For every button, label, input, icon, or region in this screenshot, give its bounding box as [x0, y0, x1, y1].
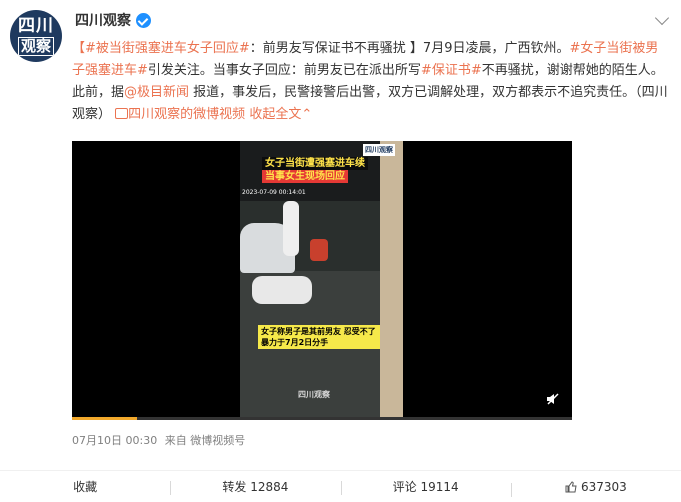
repost-button[interactable]: 转发 12884	[170, 478, 340, 495]
video-timestamp: 2023-07-09 00:14:01	[242, 189, 306, 196]
mute-icon[interactable]	[546, 392, 560, 406]
video-caption-line1: 女子当街遭强塞进车续	[262, 157, 368, 170]
verified-icon	[136, 12, 151, 28]
post-meta: 07月10日 00:30 来自 微博视频号	[72, 432, 249, 448]
mention-link[interactable]: @极目新闻	[124, 85, 189, 100]
video-caption-line2: 当事女生现场回应	[262, 170, 348, 183]
favorite-button[interactable]: 收藏	[0, 478, 170, 495]
video-subtitle: 女子称男子是其前男友 忍受不了暴力于7月2日分手	[258, 325, 380, 349]
post-text: 引发关注。当事女子回应：前男友已在派出所写	[147, 63, 421, 78]
action-bar: 收藏 转发 12884 评论 19114 637303	[0, 470, 681, 502]
chevron-up-icon[interactable]: ⌃	[301, 107, 312, 122]
channel-logo: 四川观察	[363, 144, 395, 156]
post-source: 来自 微博视频号	[164, 434, 246, 447]
post-body: 【#被当街强塞进车女子回应#：前男友写保证书不再骚扰 】7月9日凌晨，广西钦州。…	[72, 38, 670, 126]
comment-button[interactable]: 评论 19114	[340, 478, 511, 495]
comment-label: 评论 19114	[392, 480, 459, 494]
scene-person	[283, 201, 299, 256]
like-button[interactable]: 637303	[510, 479, 681, 497]
scene-scooter	[252, 276, 312, 304]
repost-label: 转发 12884	[222, 480, 289, 494]
video-source-link[interactable]: 四川观察的微博视频	[115, 107, 245, 122]
video-progress-fill	[72, 417, 137, 420]
video-watermark: 四川观察	[298, 390, 330, 399]
favorite-label: 收藏	[73, 480, 98, 494]
scene-wall	[380, 141, 403, 420]
scene-scooter-red	[310, 239, 328, 261]
video-progress-bar[interactable]	[72, 417, 572, 420]
video-icon	[115, 108, 129, 119]
thumbs-up-icon	[565, 480, 577, 492]
video-frame: 四川观察 女子当街遭强塞进车续 当事女生现场回应 2023-07-09 00:1…	[240, 141, 403, 420]
account-name[interactable]: 四川观察	[75, 10, 131, 30]
avatar-text-top: 四川	[18, 15, 54, 36]
post-date[interactable]: 07月10日 00:30	[72, 434, 157, 447]
chevron-down-icon[interactable]	[654, 10, 670, 26]
collapse-link[interactable]: 收起全文	[249, 107, 301, 122]
post-title-text: ：前男友写保证书不再骚扰 】7月9日凌晨，广西钦州。	[249, 41, 570, 56]
video-player[interactable]: 四川观察 女子当街遭强塞进车续 当事女生现场回应 2023-07-09 00:1…	[72, 141, 572, 420]
avatar-text-bottom: 观察	[17, 36, 54, 56]
account-name-row[interactable]: 四川观察	[75, 10, 151, 30]
like-count: 637303	[580, 479, 627, 494]
hashtag-link[interactable]: 【#被当街强塞进车女子回应#	[72, 41, 250, 56]
avatar[interactable]: 四川 观察	[10, 10, 62, 62]
hashtag-link[interactable]: #保证书#	[421, 63, 482, 78]
